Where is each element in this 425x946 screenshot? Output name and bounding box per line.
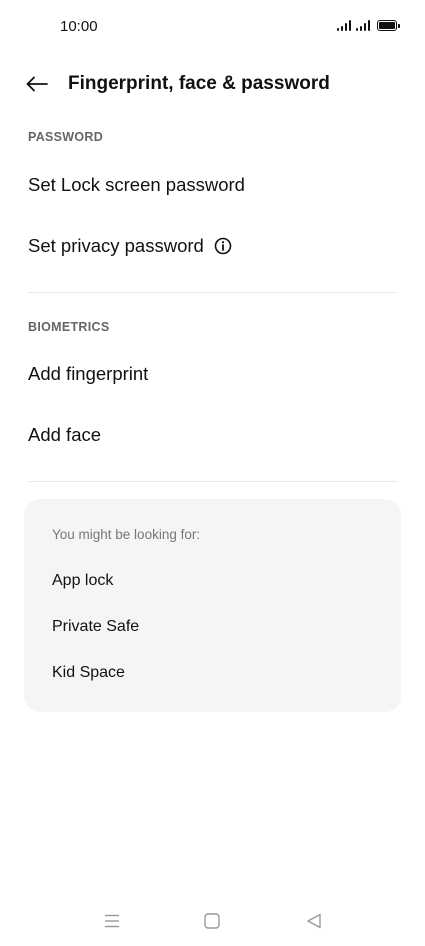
menu-icon bbox=[105, 914, 119, 928]
section-label-biometrics: BIOMETRICS bbox=[28, 320, 110, 334]
header: Fingerprint, face & password bbox=[0, 66, 425, 102]
arrow-left-icon bbox=[26, 76, 48, 92]
home-icon bbox=[204, 913, 220, 929]
status-time: 10:00 bbox=[60, 18, 98, 35]
recent-apps-button[interactable] bbox=[101, 910, 123, 932]
signal-icon bbox=[337, 19, 351, 31]
list-item-label: Set privacy password bbox=[28, 235, 204, 256]
signal-icon bbox=[356, 19, 370, 31]
set-privacy-password-item[interactable]: Set privacy password bbox=[0, 217, 425, 275]
suggestion-kid-space[interactable]: Kid Space bbox=[52, 664, 125, 682]
add-face-item[interactable]: Add face bbox=[0, 406, 425, 464]
divider bbox=[28, 292, 397, 293]
settings-screen: 10:00 Fingerprint, face & password PASSW… bbox=[0, 0, 425, 946]
info-icon[interactable] bbox=[214, 237, 232, 255]
suggestions-card: You might be looking for: App lock Priva… bbox=[24, 499, 401, 712]
page-title: Fingerprint, face & password bbox=[68, 73, 330, 94]
back-button[interactable] bbox=[22, 70, 52, 98]
suggestion-app-lock[interactable]: App lock bbox=[52, 572, 113, 590]
list-item-label: Add face bbox=[28, 424, 102, 445]
divider bbox=[28, 481, 397, 482]
suggestion-private-safe[interactable]: Private Safe bbox=[52, 618, 139, 636]
back-triangle-icon bbox=[307, 913, 321, 929]
add-fingerprint-item[interactable]: Add fingerprint bbox=[0, 345, 425, 403]
status-icons bbox=[337, 19, 400, 31]
set-lock-screen-password-item[interactable]: Set Lock screen password bbox=[0, 156, 425, 214]
section-label-password: PASSWORD bbox=[28, 130, 104, 144]
list-item-label: Set Lock screen password bbox=[28, 174, 245, 195]
battery-icon bbox=[377, 20, 400, 31]
navigation-bar bbox=[0, 900, 425, 940]
suggestions-heading: You might be looking for: bbox=[52, 527, 201, 542]
list-item-label: Add fingerprint bbox=[28, 363, 149, 384]
home-button[interactable] bbox=[201, 910, 223, 932]
system-back-button[interactable] bbox=[303, 910, 325, 932]
status-bar: 10:00 bbox=[0, 0, 425, 50]
